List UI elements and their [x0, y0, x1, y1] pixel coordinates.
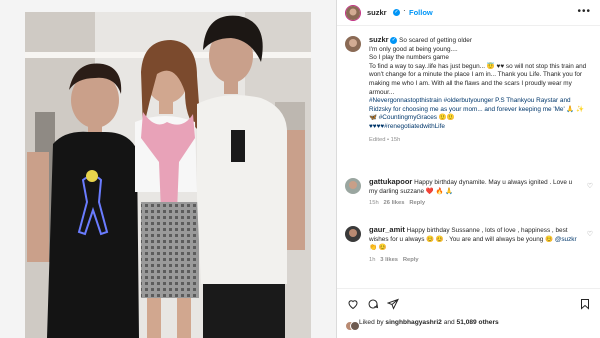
reply-button[interactable]: Reply	[403, 257, 419, 263]
post-header: suzkr ✓ · Follow •••	[337, 0, 600, 26]
comment-time: 1h	[369, 256, 376, 263]
liked-by-user[interactable]: singhbhagyashri2	[385, 319, 441, 326]
caption-meta: Edited • 15h	[369, 136, 401, 143]
caption-avatar[interactable]	[345, 36, 361, 52]
comment-likes[interactable]: 3 likes	[380, 257, 398, 263]
post-info-panel: suzkr ✓ · Follow ••• suzkr ✓ So scared o…	[336, 0, 600, 338]
heart-icon[interactable]	[347, 297, 359, 310]
follow-button[interactable]: Follow	[409, 8, 433, 17]
liked-by-text: Liked by singhbhagyashri2 and 51,089 oth…	[359, 319, 499, 326]
commenter-avatar[interactable]	[345, 226, 361, 242]
commenter-username[interactable]: gaur_amit	[369, 225, 405, 234]
comment-mention[interactable]: @suzkr	[555, 236, 577, 243]
post-modal: suzkr ✓ · Follow ••• suzkr ✓ So scared o…	[0, 0, 600, 338]
caption-hashtags[interactable]: #Nevergonnastopthistrain #olderbutyounge…	[369, 97, 584, 121]
caption-hashtag-last[interactable]: ♥♥♥♥#renegotiatedwithLife	[369, 123, 445, 130]
bookmark-icon[interactable]	[579, 297, 591, 310]
commenter-avatar[interactable]	[345, 178, 361, 194]
liked-by-prefix: Liked by	[359, 319, 384, 326]
reply-button[interactable]: Reply	[409, 200, 425, 206]
commenter-username[interactable]: gattukapoor	[369, 177, 412, 186]
liked-by-count[interactable]: 51,089 others	[457, 319, 499, 326]
post-actions: Liked by singhbhagyashri2 and 51,089 oth…	[337, 288, 600, 338]
comment-time: 15h	[369, 200, 379, 207]
author-avatar[interactable]	[345, 5, 361, 21]
caption-line: So I play the numbers game	[369, 54, 449, 62]
caption-line: To find a way to say..life has just begu…	[369, 62, 587, 96]
liked-by-avatars	[345, 318, 360, 331]
heart-icon[interactable]: ♡	[587, 230, 593, 238]
comment-text-end: 👏 😊	[369, 244, 387, 252]
comments-section: suzkr ✓ So scared of getting older I'm o…	[337, 26, 600, 288]
caption-username[interactable]: suzkr	[369, 35, 389, 44]
comment-likes[interactable]: 26 likes	[384, 200, 405, 206]
photo-illustration	[25, 12, 311, 338]
comment-icon[interactable]	[367, 297, 379, 309]
verified-badge-icon: ✓	[390, 36, 398, 44]
liked-by-mid: and	[443, 319, 455, 326]
author-username[interactable]: suzkr	[367, 8, 387, 17]
caption-line: So scared of getting older	[399, 37, 472, 44]
heart-icon[interactable]: ♡	[587, 182, 593, 190]
media-panel	[0, 0, 336, 338]
verified-badge-icon: ✓	[393, 9, 400, 16]
post-photo[interactable]	[25, 12, 311, 338]
separator-dot: ·	[403, 6, 406, 15]
caption-line: I'm only good at being young....	[369, 45, 458, 53]
share-icon[interactable]	[386, 297, 399, 310]
more-options-icon[interactable]: •••	[577, 6, 591, 17]
